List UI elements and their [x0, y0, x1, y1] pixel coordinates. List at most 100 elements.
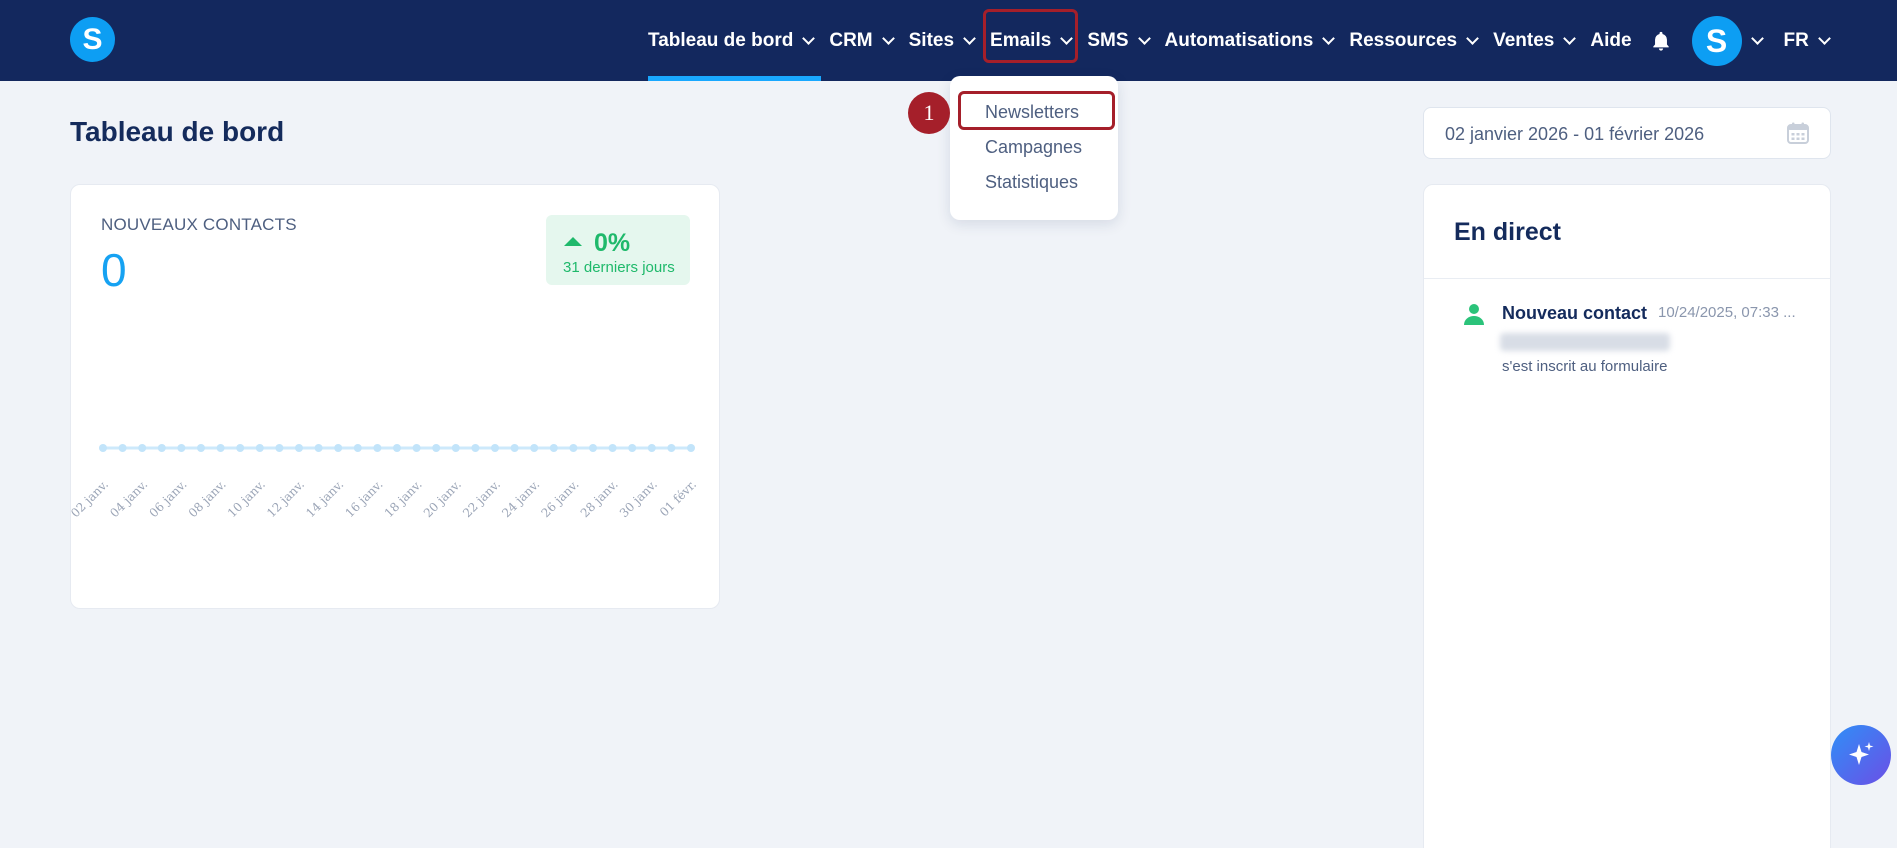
dropdown-item-newsletters[interactable]: Newsletters: [985, 102, 1079, 123]
language-selector[interactable]: FR: [1776, 0, 1837, 81]
language-label: FR: [1783, 29, 1809, 51]
x-tick-label: 26 janv.: [538, 477, 581, 520]
top-navbar: S Tableau de bord CRM Sites Emails SMS A…: [0, 0, 1897, 81]
event-name: Nouveau contact: [1502, 303, 1648, 323]
calendar-icon[interactable]: [1786, 121, 1810, 145]
data-point[interactable]: [393, 444, 401, 452]
x-tick-label: 02 janv.: [71, 477, 111, 520]
chevron-down-icon: [1563, 31, 1577, 45]
data-point[interactable]: [118, 444, 127, 452]
chevron-down-icon: [881, 31, 895, 45]
nav-help-label: Aide: [1590, 29, 1632, 51]
data-point[interactable]: [236, 444, 245, 452]
nav-automations-label: Automatisations: [1164, 29, 1314, 51]
avatar[interactable]: S: [1691, 15, 1742, 66]
contacts-line-chart: 02 janv.04 janv.06 janv.08 janv.10 janv.…: [71, 444, 699, 520]
nav-dashboard[interactable]: Tableau de bord: [640, 0, 822, 81]
chevron-down-icon: [1322, 31, 1336, 45]
nav-emails[interactable]: Emails: [982, 0, 1079, 81]
data-point[interactable]: [412, 444, 421, 452]
emails-dropdown: Newsletters Campagnes Statistiques: [950, 76, 1118, 220]
data-point[interactable]: [99, 444, 107, 452]
nav-sms[interactable]: SMS: [1079, 0, 1156, 81]
data-point[interactable]: [549, 444, 558, 452]
dropdown-item-statistics[interactable]: Statistiques: [985, 172, 1078, 193]
x-tick-label: 06 janv.: [146, 477, 189, 520]
x-tick-label: 08 janv.: [186, 477, 229, 520]
x-tick-label: 22 janv.: [460, 477, 503, 520]
data-point[interactable]: [157, 444, 166, 452]
data-point[interactable]: [216, 444, 225, 452]
x-tick-label: 04 janv.: [107, 477, 150, 520]
x-tick-label: 24 janv.: [499, 477, 542, 520]
data-point[interactable]: [373, 444, 382, 452]
data-point[interactable]: [314, 444, 323, 452]
main-nav: Tableau de bord CRM Sites Emails SMS Aut…: [640, 0, 1837, 81]
avatar-menu-toggle[interactable]: [1742, 0, 1764, 81]
event-time: 10/24/2025, 07:33 ...: [1658, 304, 1796, 321]
nav-crm-label: CRM: [829, 29, 873, 51]
redacted-contact: [1500, 333, 1670, 351]
chevron-down-icon: [802, 31, 816, 45]
data-point[interactable]: [275, 444, 284, 452]
x-tick-label: 30 janv.: [617, 477, 660, 520]
step-badge: 1: [908, 92, 950, 134]
data-point[interactable]: [471, 444, 480, 452]
data-point[interactable]: [432, 444, 441, 452]
nav-automations[interactable]: Automatisations: [1157, 0, 1342, 81]
dropdown-item-campaigns[interactable]: Campagnes: [985, 137, 1082, 158]
nav-sites-label: Sites: [908, 29, 955, 51]
chevron-down-icon: [1466, 31, 1479, 45]
data-point[interactable]: [451, 444, 460, 452]
assistant-button[interactable]: [1831, 725, 1891, 785]
data-point[interactable]: [295, 444, 303, 452]
x-tick-label: 10 janv.: [225, 477, 268, 520]
nav-sms-label: SMS: [1087, 29, 1129, 51]
data-point[interactable]: [353, 444, 362, 452]
data-point[interactable]: [510, 444, 519, 452]
nav-sites[interactable]: Sites: [901, 0, 982, 81]
x-tick-label: 16 janv.: [342, 477, 385, 520]
nav-resources-label: Ressources: [1349, 29, 1458, 51]
x-tick-label: 01 févr.: [657, 477, 699, 519]
data-point[interactable]: [569, 444, 578, 452]
nav-dashboard-label: Tableau de bord: [648, 29, 794, 51]
data-point[interactable]: [334, 444, 343, 452]
data-point[interactable]: [667, 444, 676, 452]
nav-crm[interactable]: CRM: [821, 0, 900, 81]
bell-icon[interactable]: [1650, 30, 1672, 52]
x-tick-label: 12 janv.: [264, 477, 307, 520]
nav-sales-label: Ventes: [1493, 29, 1555, 51]
live-title: En direct: [1454, 218, 1561, 246]
x-tick-label: 28 janv.: [578, 477, 621, 520]
data-point[interactable]: [647, 444, 656, 452]
sparkle-icon: [1849, 742, 1874, 765]
nav-resources[interactable]: Ressources: [1341, 0, 1485, 81]
data-point[interactable]: [687, 444, 695, 452]
data-point[interactable]: [608, 444, 617, 452]
data-point[interactable]: [138, 444, 147, 452]
new-contacts-card: NOUVEAUX CONTACTS 0 0% 31 derniers jours…: [70, 184, 720, 609]
live-feed-card: En direct Nouveau contact 10/24/2025, 07…: [1423, 184, 1831, 848]
data-point[interactable]: [197, 444, 205, 452]
data-point[interactable]: [530, 444, 539, 452]
nav-sales[interactable]: Ventes: [1485, 0, 1582, 81]
nav-help[interactable]: Aide: [1582, 0, 1639, 81]
x-tick-label: 18 janv.: [382, 477, 425, 520]
x-tick-label: 20 janv.: [421, 477, 464, 520]
chevron-down-icon: [1818, 31, 1831, 45]
event-description: s'est inscrit au formulaire: [1502, 358, 1668, 375]
data-point[interactable]: [177, 444, 186, 452]
x-tick-label: 14 janv.: [303, 477, 346, 520]
data-point[interactable]: [255, 444, 264, 452]
user-icon: [1464, 304, 1484, 325]
data-point[interactable]: [589, 444, 597, 452]
app-logo[interactable]: S: [70, 17, 115, 62]
chevron-down-icon: [1137, 31, 1151, 45]
data-point[interactable]: [628, 444, 637, 452]
divider: [1424, 278, 1830, 279]
page-title: Tableau de bord: [70, 116, 285, 147]
data-point[interactable]: [491, 444, 499, 452]
date-range-picker[interactable]: 02 janvier 2026 - 01 février 2026: [1423, 107, 1831, 159]
chevron-down-icon: [1750, 31, 1764, 45]
